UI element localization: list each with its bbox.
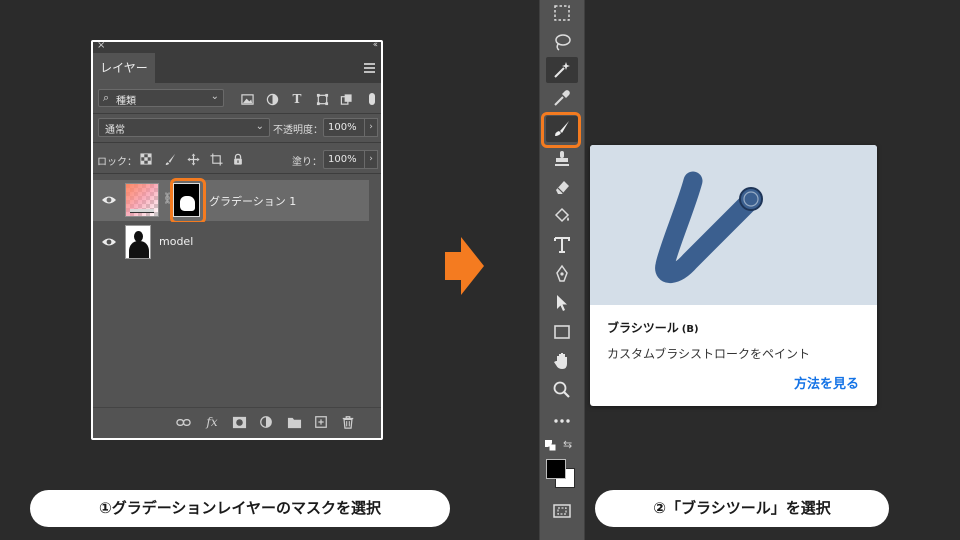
- tool-type[interactable]: [546, 232, 578, 258]
- tool-clone-stamp[interactable]: [546, 146, 578, 172]
- more-tools-icon: [554, 419, 570, 423]
- opacity-dropdown-icon[interactable]: ›: [364, 118, 378, 137]
- layer-row-gradient[interactable]: ⛓ グラデーション 1: [93, 178, 369, 224]
- layer-name[interactable]: model: [159, 235, 193, 248]
- default-colors-icon[interactable]: [545, 440, 556, 451]
- lock-image-pixels-icon[interactable]: [163, 152, 177, 166]
- type-icon: [554, 237, 570, 253]
- panel-menu-icon[interactable]: [364, 63, 375, 75]
- tooltip-description: カスタムブラシストロークをペイント: [607, 347, 811, 361]
- tool-eyedropper[interactable]: [546, 85, 578, 111]
- panel-tabbar: レイヤー: [93, 53, 381, 83]
- chevron-down-icon: ⌄: [255, 121, 264, 132]
- swap-colors-icon[interactable]: ⇆: [563, 438, 572, 451]
- foreground-color-swatch[interactable]: [546, 459, 566, 479]
- fill-label: 塗り：: [292, 157, 322, 168]
- eraser-icon: [556, 181, 569, 194]
- lock-position-icon[interactable]: [186, 152, 200, 166]
- lock-transparent-pixels-icon[interactable]: [139, 152, 153, 166]
- layer-row-model[interactable]: model: [93, 222, 369, 263]
- tool-pen[interactable]: [546, 261, 578, 287]
- brush-highlight-frame: [541, 112, 581, 148]
- zoom-icon: [553, 381, 570, 398]
- brush-tool-tooltip: ブラシツール (B) カスタムブラシストロークをペイント 方法を見る: [590, 145, 877, 406]
- tool-eraser[interactable]: [546, 174, 578, 200]
- new-layer-icon[interactable]: [313, 414, 329, 430]
- eyedropper-icon: [554, 90, 570, 106]
- tool-hand[interactable]: [546, 348, 578, 374]
- gradient-layer-thumbnail[interactable]: [125, 183, 159, 217]
- step1-caption: ①グラデーションレイヤーのマスクを選択: [30, 490, 450, 527]
- panel-titlebar: × ‹‹: [93, 40, 381, 53]
- search-icon: ⌕: [103, 91, 110, 104]
- lock-row: ロック： 塗り： 100% ›: [93, 143, 381, 173]
- trash-icon[interactable]: [340, 414, 356, 430]
- chevron-down-icon: ⌄: [210, 91, 219, 102]
- blend-mode-label: 通常: [105, 125, 125, 136]
- tooltip-title: ブラシツール (B): [607, 319, 699, 336]
- marquee-icon: [554, 5, 570, 21]
- tool-lasso[interactable]: [546, 29, 578, 55]
- filter-shape-icon[interactable]: [315, 92, 329, 106]
- tooltip-preview: [590, 145, 877, 305]
- tool-magic-wand[interactable]: [546, 57, 578, 83]
- filter-pixel-icon[interactable]: [240, 92, 254, 106]
- quick-mask-icon: [553, 504, 571, 518]
- lock-label: ロック：: [97, 157, 137, 168]
- tool-quick-mask[interactable]: [546, 498, 578, 524]
- filter-adjustment-icon[interactable]: [265, 92, 279, 106]
- eye-icon[interactable]: [101, 236, 117, 248]
- blend-mode-select[interactable]: 通常 ⌄: [98, 118, 270, 137]
- tooltip-shortcut: (B): [681, 324, 699, 335]
- fill-dropdown-icon[interactable]: ›: [364, 150, 378, 169]
- adjustment-layer-icon[interactable]: [258, 414, 274, 430]
- tooltip-title-text: ブラシツール: [607, 321, 679, 335]
- rectangle-icon: [554, 325, 570, 339]
- blend-row: 通常 ⌄ 不透明度： 100% ›: [93, 114, 381, 142]
- tool-paint-bucket[interactable]: [546, 203, 578, 229]
- tool-more[interactable]: [546, 407, 578, 433]
- filter-smart-object-icon[interactable]: [339, 92, 353, 106]
- close-icon[interactable]: ×: [97, 40, 105, 51]
- filter-type-icon[interactable]: T: [290, 92, 304, 106]
- tool-path-selection[interactable]: [546, 290, 578, 316]
- hand-icon: [554, 353, 567, 369]
- lasso-icon: [555, 34, 571, 51]
- panel-bottom-bar: fx: [93, 407, 381, 438]
- next-step-arrow-icon: [445, 237, 484, 295]
- opacity-label: 不透明度：: [273, 125, 323, 136]
- learn-how-link[interactable]: 方法を見る: [794, 373, 859, 392]
- add-mask-icon[interactable]: [231, 414, 247, 430]
- tool-marquee[interactable]: [546, 0, 578, 26]
- pen-icon: [556, 264, 568, 282]
- fx-icon[interactable]: fx: [204, 414, 220, 430]
- mask-highlight-frame: [170, 178, 206, 224]
- filter-kind-label: 種類: [116, 96, 136, 107]
- tool-zoom[interactable]: [546, 377, 578, 403]
- tool-rectangle[interactable]: [546, 319, 578, 345]
- link-layers-icon[interactable]: [175, 414, 191, 430]
- paint-bucket-icon: [554, 207, 570, 223]
- filter-row: ⌕ 種類 ⌄ T: [93, 83, 381, 113]
- eye-icon[interactable]: [101, 194, 117, 206]
- step2-caption: ②「ブラシツール」を選択: [595, 490, 889, 527]
- lock-all-icon[interactable]: [231, 152, 245, 166]
- clone-stamp-icon: [555, 151, 569, 166]
- filter-toggle[interactable]: [369, 93, 375, 105]
- move-selection-icon: [557, 295, 567, 311]
- tab-layers[interactable]: レイヤー: [93, 53, 155, 83]
- lock-artboard-icon[interactable]: [209, 152, 223, 166]
- collapse-icon[interactable]: ‹‹: [373, 40, 378, 50]
- filter-kind-select[interactable]: ⌕ 種類 ⌄: [98, 89, 224, 107]
- brush-stroke-illustration: [655, 171, 763, 283]
- layer-name[interactable]: グラデーション 1: [209, 193, 296, 209]
- magic-wand-icon: [554, 62, 570, 78]
- model-layer-thumbnail[interactable]: [125, 225, 151, 259]
- layers-panel: × ‹‹ レイヤー ⌕ 種類 ⌄ T 通常 ⌄ 不透明度： 100% › ロック…: [91, 40, 383, 440]
- folder-icon[interactable]: [286, 414, 302, 430]
